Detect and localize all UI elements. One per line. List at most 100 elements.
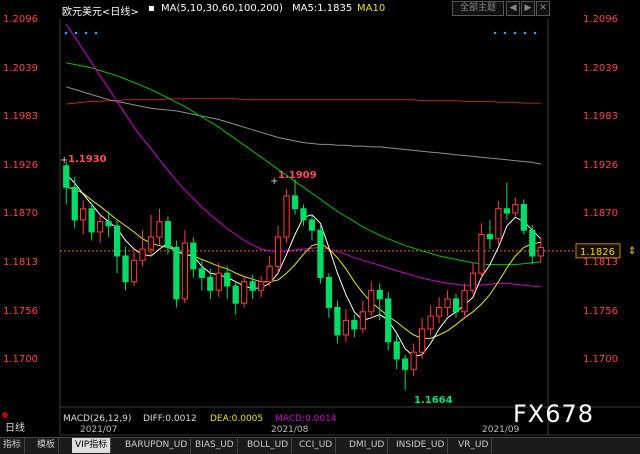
candle-body (402, 358, 409, 370)
tab-bias-ud[interactable]: BIAS_UD (192, 438, 238, 453)
y-tick-label-left: 1.1756 (3, 306, 38, 317)
y-tick-label-right: 1.2039 (583, 63, 618, 74)
candle-body (325, 276, 333, 308)
candle-body (274, 236, 282, 267)
watermark: FX678 (513, 400, 595, 428)
candle-body (520, 203, 527, 231)
candle-body (469, 272, 477, 291)
candle-body (113, 225, 121, 257)
tab-vr-ud[interactable]: VR_UD (455, 438, 493, 453)
candle-body (215, 272, 222, 291)
candle-body (147, 236, 155, 250)
tab--[interactable]: 模板 (34, 438, 60, 453)
x-tick-label: 2021/08 (271, 425, 309, 435)
signal-dots (64, 31, 537, 35)
macd-dea-value: DEA:0.0005 (210, 414, 263, 424)
macd-label: MACD(26,12,9) (63, 414, 131, 424)
candle-body (486, 234, 494, 240)
ma-settings-icon[interactable]: ▪ (148, 3, 155, 14)
candle-body (181, 242, 188, 300)
candle-body (393, 341, 400, 360)
candle-body (198, 268, 205, 278)
signal-dot (64, 31, 68, 35)
macd-diff-value: DIFF:0.0012 (143, 414, 197, 424)
candle-body (478, 234, 485, 274)
price-axis: 1.2096 1.20961.2039 1.20391.1983 1.19831.19… (3, 14, 636, 365)
y-tick-label-right: 1.1870 (583, 208, 618, 219)
candle-body (495, 208, 502, 240)
tab-dmi-ud[interactable]: DMI_UD (346, 438, 389, 453)
candle-body (105, 221, 112, 227)
candle-body (130, 259, 138, 283)
candle-body (368, 289, 375, 313)
chart-grid (59, 18, 640, 436)
arrow-left-icon[interactable]: ◀ (506, 1, 520, 16)
tab-cci-ud[interactable]: CCI_UD (296, 438, 337, 453)
ma5-line (65, 174, 542, 357)
arrow-right-icon[interactable]: ▶ (521, 1, 535, 16)
signal-dot (523, 31, 527, 35)
candle-body (435, 306, 443, 317)
y-tick-label-left: 1.2039 (3, 63, 38, 74)
candle-body (88, 208, 95, 233)
candle-body (452, 298, 460, 313)
candle-body (283, 195, 290, 238)
tab--[interactable]: 指标 (0, 438, 26, 453)
ma100-line (66, 86, 541, 165)
candle-body (537, 246, 544, 257)
candle-body (249, 281, 256, 291)
chart-header: 欧元美元<日线> ▪ MA(5,10,30,60,100,200) MA5:1.… (0, 0, 640, 18)
y-tick-label-right: 1.1813 (583, 257, 618, 268)
candle-body (207, 276, 214, 291)
candle-body (80, 208, 87, 221)
candle-body (512, 203, 519, 214)
ma200-line (66, 98, 541, 105)
candle-body (224, 272, 231, 287)
candle-body (444, 298, 451, 308)
ma5-value: MA5:1.1835 (292, 3, 353, 14)
y-tick-label-left: 1.1813 (3, 257, 38, 268)
candle-body (529, 229, 536, 257)
high-annotation-left: 1.1930 (68, 154, 107, 165)
candlestick-chart[interactable]: 1.2096 1.20961.2039 1.20391.1983 1.19831.19… (0, 0, 640, 453)
current-price-marker-icon: ⇕ (628, 246, 636, 257)
tab-vip-[interactable]: VIP指标 (72, 438, 112, 453)
tab-boll-ud[interactable]: BOLL_UD (244, 438, 293, 453)
candle-body (376, 289, 383, 300)
indicator-tab-bar: 指标 模板 VIP指标 BARUPDN_UD BIAS_UD BOLL_UD CCI_UD D… (0, 437, 640, 454)
candle-body (461, 289, 468, 313)
candle-body (410, 351, 417, 370)
ma-label[interactable]: MA(5,10,30,60,100,200) (161, 3, 283, 14)
high-annotation-mid: 1.1909 (278, 170, 317, 181)
marker-plus: + (60, 155, 68, 166)
signal-dot (503, 31, 507, 35)
tab-inside-ud[interactable]: INSIDE_UD (393, 438, 449, 453)
x-tick-label: 2021/07 (80, 425, 117, 435)
symbol-title[interactable]: 欧元美元<日线> (62, 3, 139, 18)
y-tick-label-right: 1.1983 (583, 111, 618, 122)
candle-body (122, 255, 129, 283)
candle-body (300, 208, 307, 221)
candle-body (359, 311, 366, 330)
signal-dot (94, 31, 98, 35)
time-axis: 2021/07 2021/08 2021/09日线MACD(26,12,9) DIFF… (5, 414, 520, 435)
current-price-label: 1.1826 (580, 247, 615, 258)
candle-body (503, 208, 510, 214)
theme-select-button[interactable]: 全部主题 (452, 1, 504, 16)
macd-histogram-value: MACD:0.0014 (275, 414, 337, 424)
candle-body (427, 315, 434, 330)
low-annotation: 1.1664 (414, 395, 453, 406)
signal-dot (533, 31, 537, 35)
candle-body (156, 221, 163, 238)
y-tick-label-left: 1.1870 (3, 208, 38, 219)
tab-barupdn-ud[interactable]: BARUPDN_UD (122, 438, 192, 453)
candle-series (63, 161, 544, 390)
candle-body (190, 242, 197, 270)
close-icon[interactable]: ✕ (536, 1, 550, 16)
y-tick-label-left: 1.1926 (3, 160, 38, 171)
signal-dot (493, 31, 497, 35)
y-tick-label-right: 1.1926 (583, 160, 618, 171)
status-dot-icon (2, 412, 8, 418)
timeframe-label: 日线 (5, 421, 25, 434)
signal-dot (84, 31, 88, 35)
